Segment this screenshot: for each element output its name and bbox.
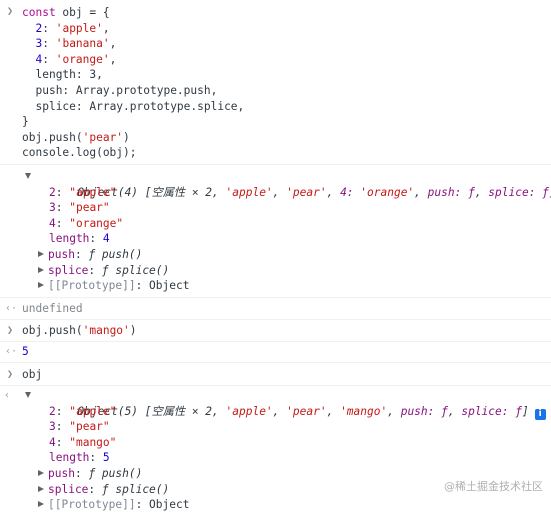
property-row: 2: "apple" [49, 404, 117, 418]
string: 'apple' [55, 21, 103, 35]
property-row-splice[interactable]: splice: ƒ splice() [22, 263, 551, 279]
property-row: length: 4 [49, 232, 110, 246]
code-text: obj = { [55, 6, 110, 19]
expand-triangle-icon[interactable] [38, 266, 44, 273]
result-value: 5 [22, 344, 29, 358]
code-line: console.log(obj); [22, 145, 551, 161]
property-row: 4: "mango" [49, 435, 117, 449]
console-input-entry: ❯ obj.push('mango') [0, 320, 551, 342]
code-text: obj.push( [22, 130, 83, 144]
string: 'pear' [82, 130, 124, 144]
code-text: console.log(obj); [22, 146, 137, 160]
property-row: length: 5 [49, 451, 110, 465]
chevron-right-icon: ❯ [7, 325, 14, 337]
code-line: const obj = { [22, 5, 551, 21]
return-arrow-icon: ‹· [5, 302, 18, 314]
code-line: splice: Array.prototype.splice, [22, 99, 551, 115]
code-text: push: Array.prototype.push, [35, 83, 218, 97]
expand-triangle-icon[interactable] [25, 392, 31, 399]
return-arrow-icon: ‹· [5, 345, 18, 357]
property-row-prototype[interactable]: [[Prototype]]: Object [22, 278, 551, 294]
code-line: 2: 'apple', [35, 21, 110, 35]
code-line: } [22, 114, 551, 130]
console-result-entry: ‹· undefined [0, 298, 551, 321]
chevron-right-icon: ❯ [7, 6, 14, 17]
watermark: @稀土掘金技术社区 [444, 480, 543, 493]
code-line: 4: 'orange', [35, 52, 117, 66]
code-line: length: 3, [22, 67, 551, 83]
string: 'banana' [55, 37, 110, 51]
console-result-entry: ‹ Object(5) [空属性 × 2, 'apple', 'pear', '… [0, 386, 551, 516]
property-row-push[interactable]: push: ƒ push() [22, 247, 551, 263]
object-summary-row[interactable]: Object(4) [空属性 × 2, 'apple', 'pear', 4: … [22, 169, 551, 199]
expand-triangle-icon[interactable] [38, 282, 44, 289]
code-text: } [22, 115, 29, 129]
code-text: splice: Array.prototype.splice, [35, 99, 245, 113]
return-arrow-icon: ‹ [4, 390, 11, 402]
console-result-entry: ‹· 5 [0, 342, 551, 364]
property-row: 3: "pear" [49, 201, 110, 215]
console-input-entry: ❯ const obj = { 2: 'apple', 3: 'banana',… [0, 0, 551, 165]
chevron-right-icon: ❯ [7, 369, 14, 381]
expand-triangle-icon[interactable] [25, 172, 31, 179]
object-summary-row[interactable]: Object(5) [空属性 × 2, 'apple', 'pear', 'ma… [22, 388, 551, 420]
expand-triangle-icon[interactable] [38, 485, 44, 492]
code-line: push: Array.prototype.push, [22, 83, 551, 99]
expand-triangle-icon[interactable] [38, 470, 44, 477]
console-log-entry: Object(4) [空属性 × 2, 'apple', 'pear', 4: … [0, 165, 551, 298]
code-text: length: 3, [35, 68, 103, 82]
keyword: const [22, 6, 56, 19]
string: 'orange' [55, 52, 110, 66]
property-row: 3: "pear" [49, 420, 110, 434]
devtools-console: ❯ const obj = { 2: 'apple', 3: 'banana',… [0, 0, 551, 516]
result-value: undefined [22, 301, 83, 315]
property-row: 2: "apple" [49, 185, 117, 199]
code-line: 3: 'banana', [35, 37, 117, 51]
property-row: 4: "orange" [49, 216, 124, 230]
expand-triangle-icon[interactable] [38, 501, 44, 508]
console-input-entry: ❯ obj [0, 363, 551, 387]
code-line: obj.push('pear') [22, 130, 130, 144]
expand-triangle-icon[interactable] [38, 250, 44, 257]
